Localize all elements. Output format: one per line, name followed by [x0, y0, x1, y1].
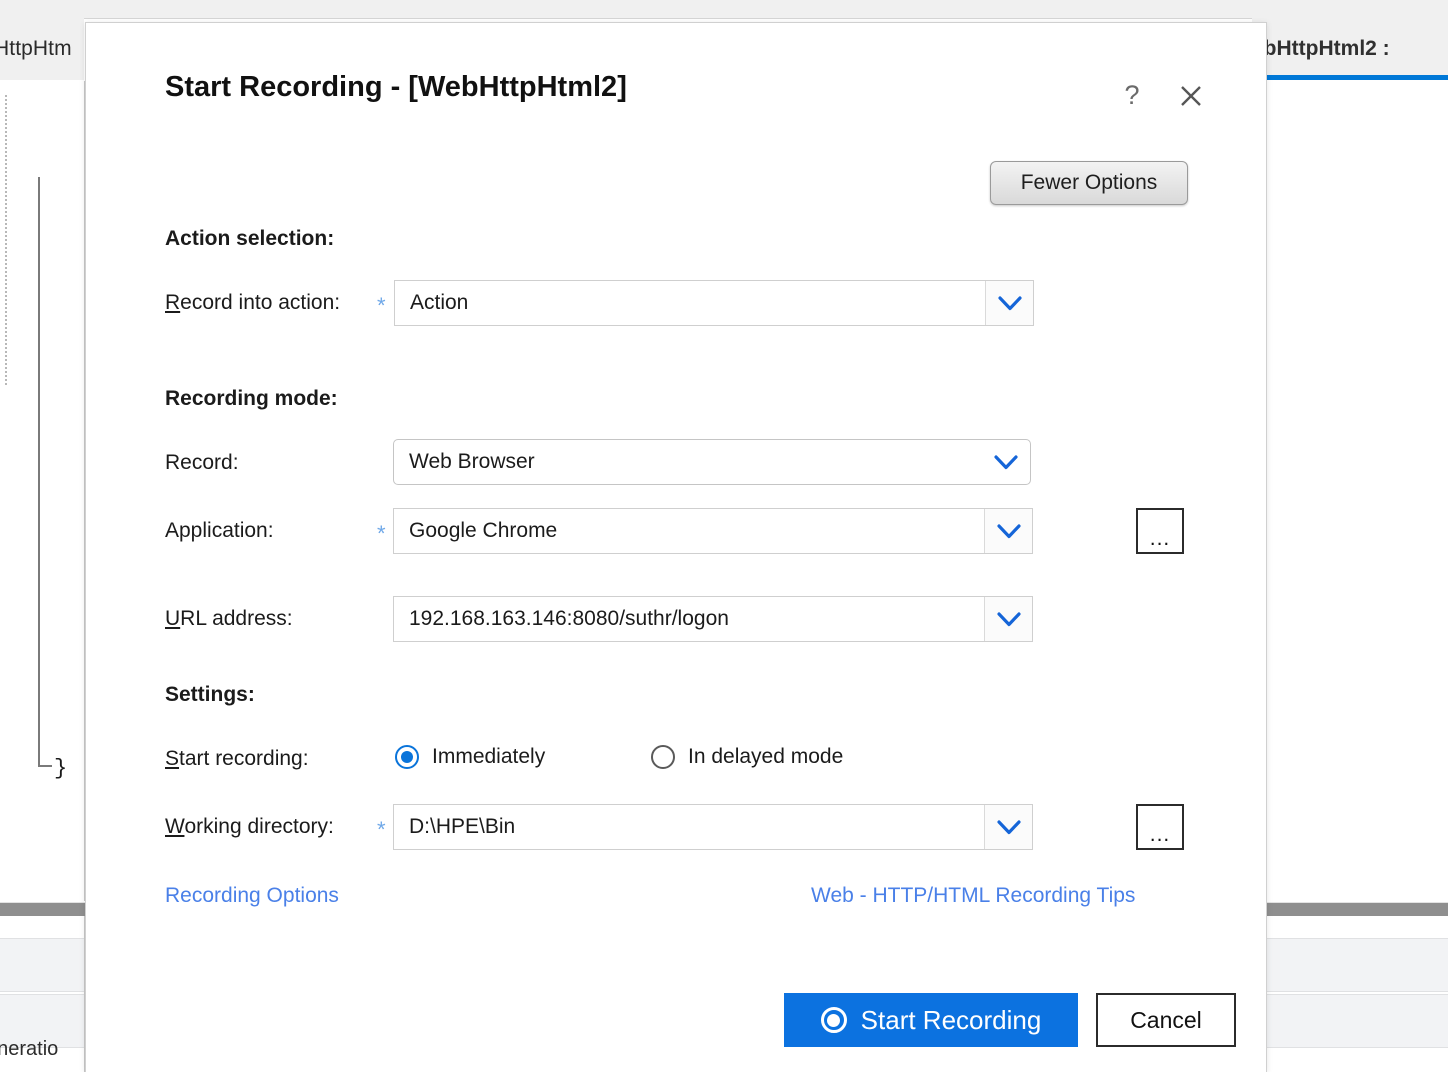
code-fold-line: [38, 177, 40, 767]
working-directory-value: D:\HPE\Bin: [409, 815, 516, 838]
url-address-value: 192.168.163.146:8080/suthr/logon: [409, 607, 729, 630]
required-marker-working-directory: *: [377, 817, 386, 842]
radio-start-delayed[interactable]: In delayed mode: [651, 745, 843, 769]
working-directory-browse-button[interactable]: ...: [1136, 804, 1184, 850]
label-start-recording-rest: tart recording:: [179, 747, 309, 770]
recording-options-link[interactable]: Recording Options: [165, 884, 339, 908]
background-tab-right[interactable]: ebHttpHtml2 :: [1252, 18, 1448, 80]
start-recording-button[interactable]: Start Recording: [784, 993, 1078, 1047]
label-url-address: URL address:: [165, 607, 293, 631]
background-editor-left-pane: }: [0, 81, 85, 901]
application-dropdown[interactable]: Google Chrome: [393, 508, 1033, 554]
recording-tips-link[interactable]: Web - HTTP/HTML Recording Tips: [811, 884, 1135, 908]
radio-start-immediately[interactable]: Immediately: [395, 745, 545, 769]
dialog-title: Start Recording - [WebHttpHtml2]: [165, 71, 627, 103]
record-into-action-dropdown[interactable]: Action: [394, 280, 1034, 326]
chevron-down-icon[interactable]: [984, 805, 1032, 849]
help-icon-glyph: ?: [1124, 79, 1140, 110]
background-bottom-label: eneratio: [0, 1038, 59, 1060]
label-url-address-rest: RL address:: [180, 607, 293, 630]
radio-unselected-icon: [651, 745, 675, 769]
fewer-options-label: Fewer Options: [1020, 171, 1158, 194]
record-circle-icon: [820, 1007, 847, 1033]
chevron-down-icon[interactable]: [985, 281, 1033, 325]
label-start-recording: Start recording:: [165, 747, 309, 771]
background-tab-active-underline: [1259, 75, 1448, 80]
help-icon[interactable]: ?: [1115, 77, 1149, 113]
application-browse-button[interactable]: ...: [1136, 508, 1184, 554]
background-tab-left-label: HttpHtm: [0, 37, 72, 60]
cancel-button-label: Cancel: [1130, 1006, 1202, 1033]
code-fold-foot: [38, 765, 52, 767]
ellipsis-icon: ...: [1149, 526, 1171, 550]
record-into-action-value: Action: [410, 291, 469, 314]
radio-start-delayed-label: In delayed mode: [688, 745, 844, 768]
screen: HttpHtm ebHttpHtml2 : } suthr/mycenter e…: [0, 0, 1448, 1072]
background-tab-right-label: ebHttpHtml2 :: [1252, 37, 1390, 60]
label-application: Application:: [165, 519, 274, 542]
code-closing-brace: }: [54, 756, 68, 781]
url-address-dropdown[interactable]: 192.168.163.146:8080/suthr/logon: [393, 596, 1033, 642]
accel-letter: S: [165, 747, 180, 770]
label-working-directory: Working directory:: [165, 815, 334, 839]
required-marker-application: *: [377, 521, 386, 546]
section-heading-settings: Settings:: [165, 683, 255, 706]
fewer-options-button[interactable]: Fewer Options: [990, 161, 1188, 205]
radio-dot: [401, 751, 413, 763]
start-recording-dialog: Start Recording - [WebHttpHtml2] ? Fewer…: [85, 22, 1267, 1072]
label-working-directory-rest: orking directory:: [184, 815, 334, 838]
close-icon[interactable]: [1174, 79, 1208, 113]
background-toolbar: [0, 0, 1448, 19]
label-record: Record:: [165, 451, 239, 474]
code-guide-dotted-line: [5, 95, 7, 385]
chevron-down-icon[interactable]: [982, 440, 1030, 484]
chevron-down-icon[interactable]: [984, 509, 1032, 553]
section-heading-action-selection: Action selection:: [165, 227, 335, 250]
radio-selected-icon: [395, 745, 419, 769]
background-editor-right-pane: suthr/mycenter: [1252, 81, 1448, 901]
required-marker-record-into-action: *: [377, 293, 386, 318]
accel-letter: U: [165, 607, 181, 630]
cancel-button[interactable]: Cancel: [1096, 993, 1236, 1047]
record-mode-value: Web Browser: [409, 450, 535, 473]
start-recording-button-label: Start Recording: [860, 1004, 1042, 1035]
background-tab-left[interactable]: HttpHtm: [0, 18, 84, 80]
label-record-into-action-rest: ecord into action:: [180, 291, 341, 314]
record-mode-dropdown[interactable]: Web Browser: [393, 439, 1031, 485]
application-value: Google Chrome: [409, 519, 558, 542]
accel-letter: W: [165, 815, 185, 838]
section-heading-recording-mode: Recording mode:: [165, 387, 338, 410]
radio-start-immediately-label: Immediately: [432, 745, 546, 768]
label-record-into-action: Record into action:: [165, 291, 340, 315]
chevron-down-icon[interactable]: [984, 597, 1032, 641]
accel-letter: R: [165, 291, 181, 314]
working-directory-dropdown[interactable]: D:\HPE\Bin: [393, 804, 1033, 850]
ellipsis-icon: ...: [1149, 822, 1171, 846]
